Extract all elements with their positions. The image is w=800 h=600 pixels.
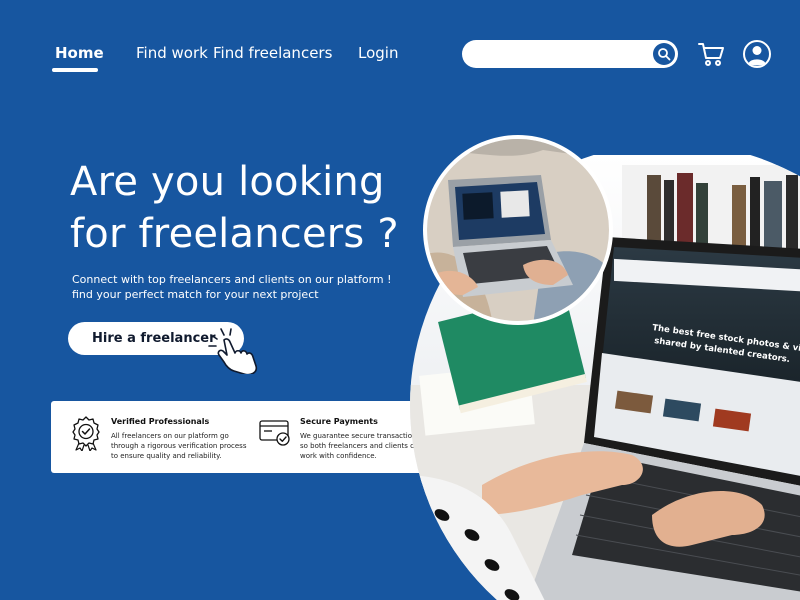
nav-active-indicator <box>52 68 98 72</box>
feature-description: All freelancers on our platform go throu… <box>111 431 251 461</box>
feature-title: Verified Professionals <box>111 417 210 426</box>
hero-subtitle-line-1: Connect with top freelancers and clients… <box>72 273 392 286</box>
feature-desc-line: All freelancers on our platform go <box>111 432 229 440</box>
nav-login[interactable]: Login <box>358 44 398 62</box>
pointing-hand-icon <box>208 328 258 374</box>
hero-title-line-2: for freelancers ? <box>70 211 399 257</box>
search-bar <box>462 40 678 68</box>
feature-desc-line: through a rigorous verification process <box>111 442 247 450</box>
search-icon <box>658 48 671 61</box>
features-card: Verified Professionals All freelancers o… <box>51 401 451 473</box>
feature-desc-line: to ensure quality and reliability. <box>111 452 222 460</box>
verified-badge-icon <box>72 416 100 451</box>
nav-find-work[interactable]: Find work <box>136 44 208 62</box>
feature-title: Secure Payments <box>300 417 378 426</box>
nav-find-freelancers[interactable]: Find freelancers <box>213 44 332 62</box>
hero-subtitle-line-2: find your perfect match for your next pr… <box>72 288 319 301</box>
user-profile-icon[interactable] <box>742 39 772 69</box>
hero-subtitle: Connect with top freelancers and clients… <box>72 272 392 302</box>
hero-title: Are you looking for freelancers ? <box>70 156 430 260</box>
search-button[interactable] <box>653 43 675 65</box>
nav-home[interactable]: Home <box>55 44 104 62</box>
search-input[interactable] <box>474 44 654 64</box>
hero-title-line-1: Are you looking <box>70 159 385 205</box>
secure-card-icon <box>259 420 290 446</box>
hero-lap-photo <box>423 135 613 325</box>
cart-icon[interactable] <box>697 40 725 68</box>
